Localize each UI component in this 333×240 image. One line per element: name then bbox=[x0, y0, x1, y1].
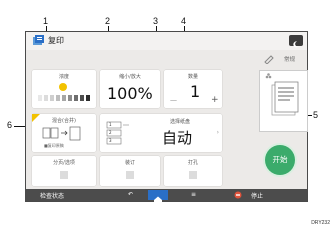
reduce-enlarge-tile[interactable]: 缩小/放大 100% bbox=[100, 70, 160, 108]
reduce-enlarge-label: 缩小/放大 bbox=[119, 74, 141, 80]
energy-saver-button[interactable] bbox=[289, 35, 303, 48]
stop-icon bbox=[234, 191, 242, 199]
callout-4: 4 bbox=[181, 16, 187, 26]
copier-app-icon bbox=[33, 35, 44, 45]
punch-tile[interactable]: 打孔 bbox=[164, 156, 222, 186]
density-scale-icon bbox=[38, 83, 90, 101]
tray-1-label: 1 bbox=[109, 122, 112, 127]
punch-label: 打孔 bbox=[187, 160, 198, 166]
pencil-icon bbox=[264, 55, 274, 64]
paper-tray-tile[interactable]: 1 2 3 选择纸盘 自动 › bbox=[100, 114, 222, 152]
start-button[interactable]: 开始 bbox=[265, 145, 295, 175]
staple-tile[interactable]: 装订 bbox=[100, 156, 160, 186]
app-header: 复印 bbox=[26, 32, 307, 50]
paper-tray-label: 选择纸盘 bbox=[170, 119, 191, 125]
combine-label: 混合(合并) bbox=[52, 118, 76, 124]
quantity-label: 数量 bbox=[187, 74, 198, 80]
density-tile[interactable]: 浓度 bbox=[32, 70, 96, 108]
callout-3: 3 bbox=[153, 16, 159, 26]
quantity-tile[interactable]: 数量 1 — + bbox=[164, 70, 222, 108]
original-preview-tile[interactable] bbox=[259, 70, 308, 132]
favorite-settings-button[interactable]: 常规 bbox=[259, 52, 307, 65]
combine-sub-label: ■复印原稿 bbox=[44, 143, 64, 148]
punch-icon bbox=[189, 171, 197, 179]
favorite-label: 常规 bbox=[284, 57, 296, 63]
density-label: 浓度 bbox=[58, 74, 69, 80]
callout-1: 1 bbox=[43, 16, 49, 26]
sort-icon bbox=[60, 171, 68, 179]
menu-icon[interactable]: ≡ bbox=[191, 191, 196, 198]
staple-label: 装订 bbox=[124, 160, 135, 166]
combine-pages-icon bbox=[42, 126, 81, 141]
quantity-value: 1 bbox=[190, 82, 201, 101]
sort-options-label: 分页/选项 bbox=[53, 160, 75, 166]
home-button[interactable] bbox=[148, 190, 168, 204]
combine-tile[interactable]: 混合(合并) ■复印原稿 bbox=[32, 114, 96, 152]
stop-button[interactable]: 停止 bbox=[251, 191, 263, 200]
moon-icon bbox=[293, 41, 299, 48]
quantity-minus-button[interactable]: — bbox=[170, 96, 177, 104]
document-stack-icon bbox=[265, 73, 299, 116]
staple-icon bbox=[126, 171, 134, 179]
copier-screen: 复印 常规 浓度 缩小/放大 100% 数量 1 — + 混合(合并) ■复印原… bbox=[25, 31, 308, 204]
reduce-enlarge-value: 100% bbox=[107, 84, 153, 103]
back-icon[interactable]: ↶ bbox=[128, 191, 133, 198]
app-title: 复印 bbox=[48, 36, 64, 45]
callout-2: 2 bbox=[105, 16, 111, 26]
quantity-plus-button[interactable]: + bbox=[211, 95, 219, 105]
chevron-right-icon: › bbox=[216, 129, 219, 136]
check-status-button[interactable]: 检查状态 bbox=[40, 191, 64, 200]
tray-2-label: 2 bbox=[109, 130, 112, 135]
figure-code: DRY232 bbox=[311, 220, 330, 226]
tray-3-label: 3 bbox=[109, 138, 112, 143]
callout-6: 6 bbox=[7, 120, 13, 130]
callout-5: 5 bbox=[313, 110, 319, 120]
sort-options-tile[interactable]: 分页/选项 bbox=[32, 156, 96, 186]
bottom-bar: 检查状态 ↶ ≡ 停止 bbox=[26, 189, 307, 204]
home-icon bbox=[154, 196, 162, 204]
paper-tray-value: 自动 bbox=[162, 129, 193, 147]
